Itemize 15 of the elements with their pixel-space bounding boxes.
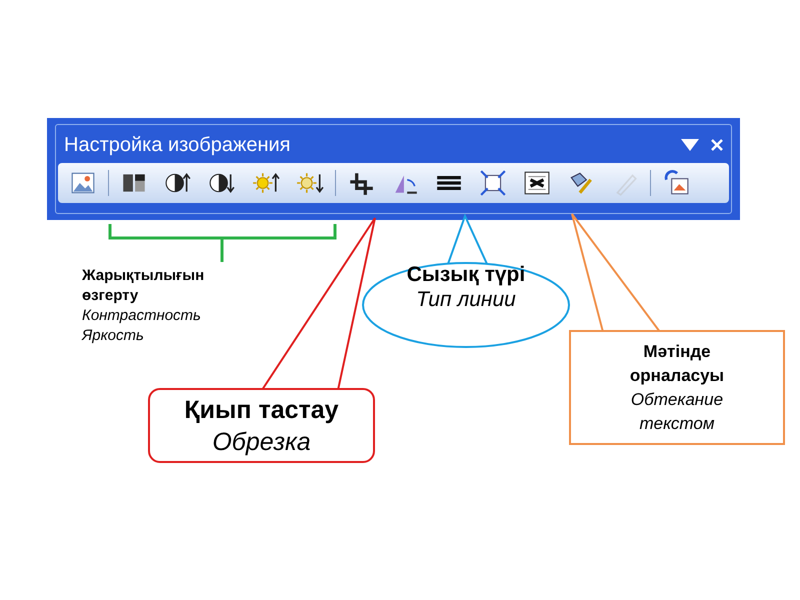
callout-title: Сызық түрі xyxy=(406,262,526,287)
callout-subtitle: Контрастность Яркость xyxy=(82,306,202,346)
reset-icon xyxy=(662,169,690,197)
callout-title: Жарықтылығын өзгерту xyxy=(82,266,206,306)
callout-subtitle: Обтекание текстом xyxy=(630,389,724,435)
callout-title: Қиып тастау xyxy=(183,395,340,426)
leader-line xyxy=(446,213,489,265)
callout-subtitle: Тип линии xyxy=(415,287,517,312)
callout-subtitle: Обрезка xyxy=(211,427,312,458)
compress-icon xyxy=(479,169,507,197)
callout-title: Мәтінде орналасуы xyxy=(628,341,726,387)
dropdown-icon[interactable] xyxy=(681,139,699,151)
toolbar-title: Настройка изображения xyxy=(64,134,292,156)
close-icon[interactable] xyxy=(711,139,723,151)
text-wrap-icon xyxy=(523,169,551,197)
